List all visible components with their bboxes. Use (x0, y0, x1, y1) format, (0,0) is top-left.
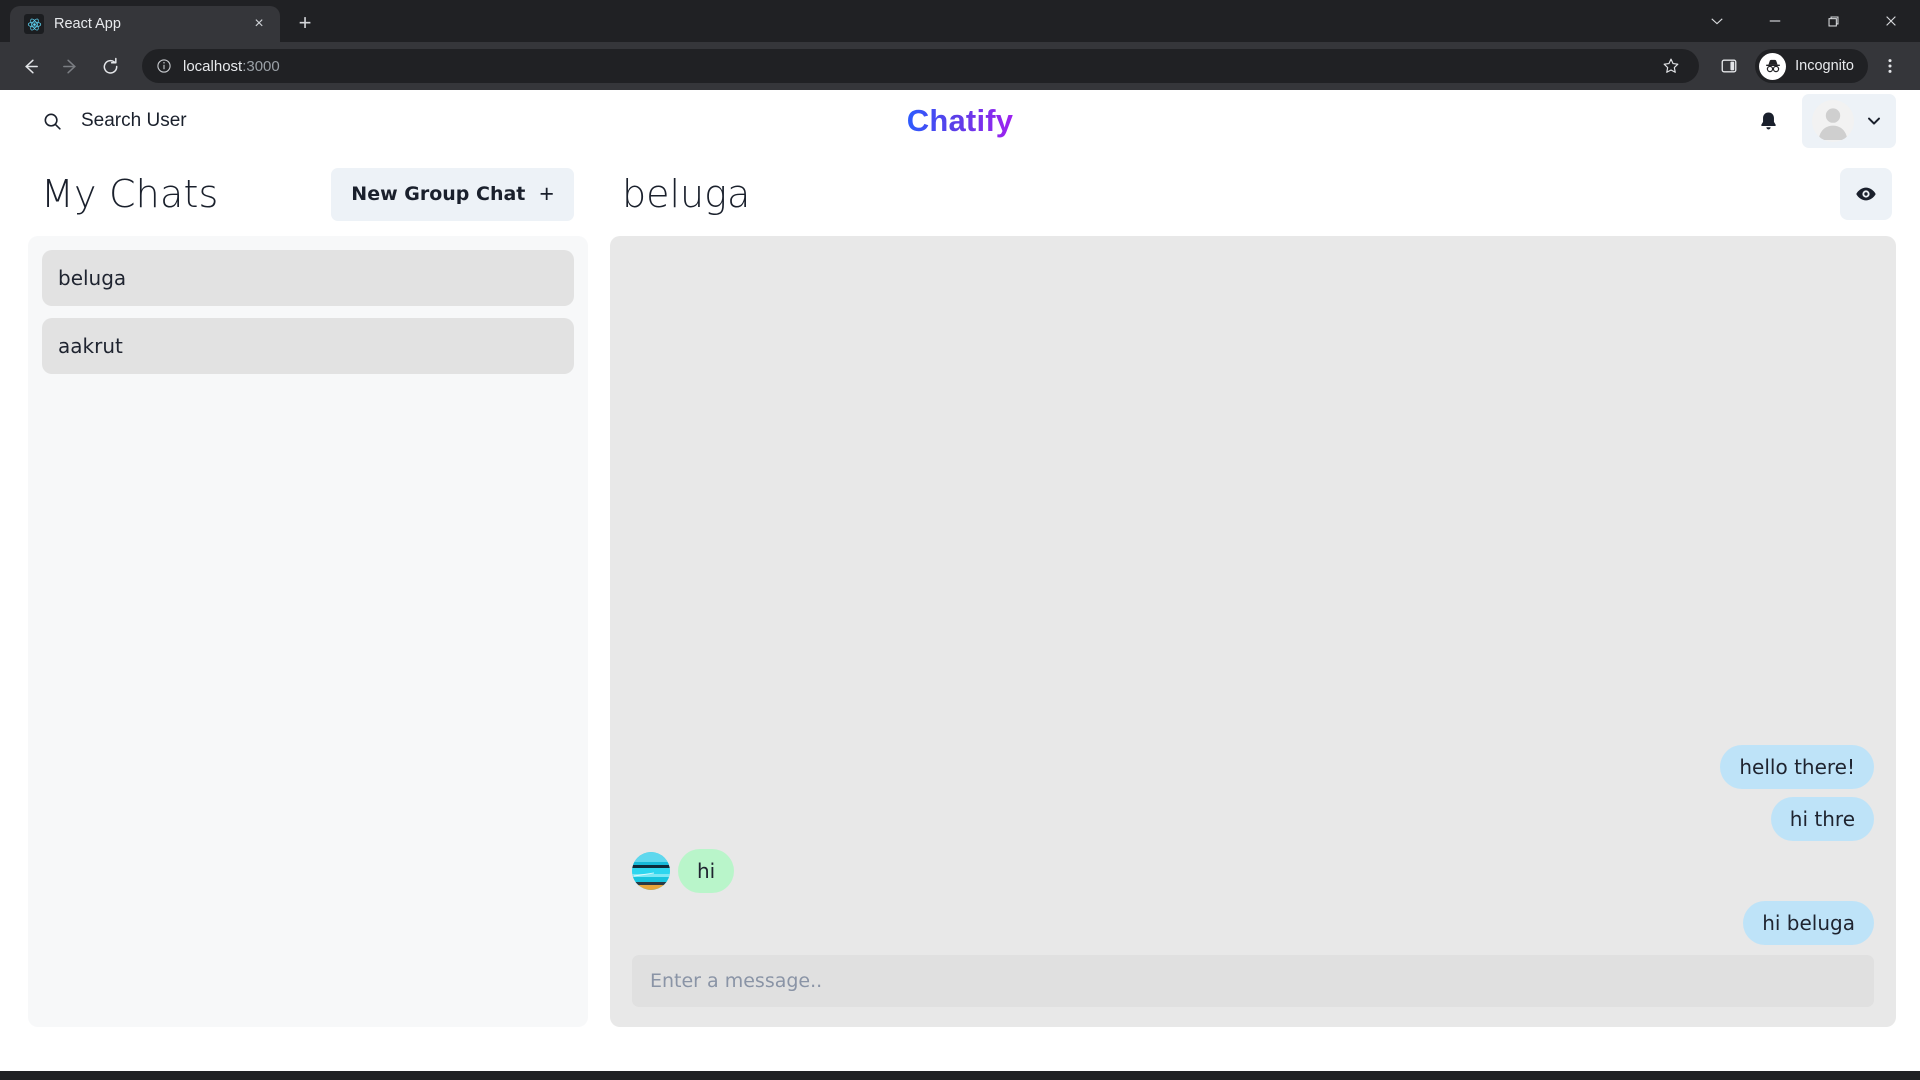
browser-toolbar: localhost:3000 Incognito (0, 42, 1920, 90)
maximize-window-button[interactable] (1804, 0, 1862, 42)
chat-message-area: hello there! hi thre hi hi beluga Enter … (610, 236, 1896, 1027)
chat-item-name: beluga (58, 266, 127, 290)
sender-avatar[interactable] (632, 852, 670, 890)
chat-item-name: aakrut (58, 334, 123, 358)
profile-menu-button[interactable] (1802, 94, 1896, 148)
site-info-icon[interactable] (156, 58, 172, 74)
new-group-chat-button[interactable]: New Group Chat + (331, 167, 574, 221)
message-row: hi beluga (632, 901, 1874, 945)
tab-search-chevron-icon[interactable] (1688, 0, 1746, 42)
incognito-profile-chip[interactable]: Incognito (1755, 49, 1868, 83)
message-bubble-outgoing: hello there! (1720, 745, 1874, 789)
notification-bell-icon[interactable] (1750, 103, 1786, 139)
view-profile-button[interactable] (1840, 168, 1892, 220)
list-item[interactable]: aakrut (42, 318, 574, 374)
chat-pane: beluga hello there! hi thre hi hi beluga… (610, 152, 1896, 1080)
window-controls (1688, 0, 1920, 42)
incognito-icon (1759, 52, 1787, 80)
forward-button[interactable] (52, 48, 88, 84)
reload-button[interactable] (92, 48, 128, 84)
close-window-button[interactable] (1862, 0, 1920, 42)
three-dot-menu-icon[interactable] (1872, 48, 1908, 84)
back-button[interactable] (12, 48, 48, 84)
search-icon (42, 111, 63, 132)
search-user-label: Search User (81, 110, 187, 131)
page-viewport: Search User Chatify My Chats New Group C… (0, 90, 1920, 1080)
bookmark-star-icon[interactable] (1657, 52, 1685, 80)
incognito-label: Incognito (1795, 58, 1854, 74)
plus-icon: + (539, 179, 554, 208)
window-bottom-edge (0, 1071, 1920, 1080)
browser-tab[interactable]: React App × (10, 6, 280, 42)
list-item[interactable]: beluga (42, 250, 574, 306)
message-list[interactable]: hello there! hi thre hi hi beluga (632, 252, 1874, 955)
browser-tab-title: React App (54, 16, 121, 32)
side-panel-icon[interactable] (1711, 48, 1747, 84)
message-input[interactable] (632, 955, 1874, 1007)
chat-title: beluga (622, 172, 751, 216)
new-tab-button[interactable]: + (288, 6, 322, 40)
chat-list[interactable]: beluga aakrut (28, 236, 588, 1027)
new-group-chat-label: New Group Chat (351, 183, 526, 205)
app-brand-title: Chatify (906, 103, 1014, 138)
user-avatar-icon (1812, 100, 1854, 142)
eye-icon (1854, 182, 1878, 206)
message-row: hi thre (632, 797, 1874, 841)
message-bubble-incoming: hi (678, 849, 735, 893)
message-row: hello there! (632, 745, 1874, 789)
message-bubble-outgoing: hi beluga (1743, 901, 1874, 945)
header-right-group (1750, 94, 1896, 148)
message-bubble-outgoing: hi thre (1770, 797, 1874, 841)
sidebar-header: My Chats New Group Chat + (28, 152, 588, 236)
my-chats-sidebar: My Chats New Group Chat + beluga aakrut (28, 152, 588, 1080)
close-tab-icon[interactable]: × (248, 13, 270, 35)
search-user-button[interactable]: Search User (30, 104, 199, 138)
app-header: Search User Chatify (0, 90, 1920, 152)
react-logo-icon (24, 14, 44, 34)
url-host: localhost (183, 57, 243, 75)
browser-window: React App × + localhost:3000 Incognito S… (0, 0, 1920, 1080)
browser-tab-strip: React App × + (0, 0, 1920, 42)
page-title: My Chats (41, 172, 219, 216)
chat-header: beluga (610, 152, 1896, 236)
url-port: :3000 (242, 57, 280, 75)
minimize-window-button[interactable] (1746, 0, 1804, 42)
address-bar-url: localhost:3000 (183, 58, 280, 75)
address-bar[interactable]: localhost:3000 (142, 49, 1700, 83)
main-content: My Chats New Group Chat + beluga aakrut (0, 152, 1920, 1080)
chevron-down-icon (1866, 113, 1882, 129)
message-row: hi (632, 849, 1874, 893)
